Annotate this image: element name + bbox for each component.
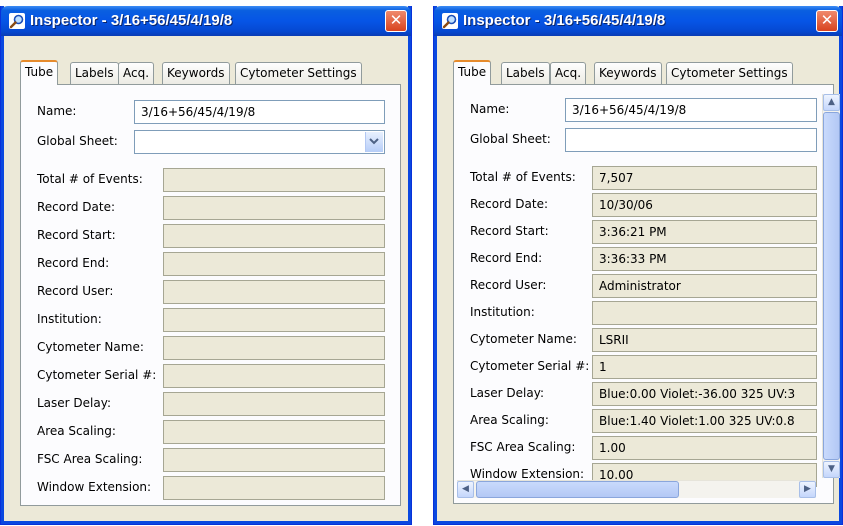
field-label: FSC Area Scaling:: [470, 440, 576, 454]
field-value: [163, 448, 385, 472]
scroll-down-button[interactable]: ▼: [823, 461, 840, 478]
field-label: Record Start:: [37, 228, 116, 242]
field-label: Area Scaling:: [37, 424, 116, 438]
tab-keywords[interactable]: Keywords: [162, 62, 230, 84]
global-sheet-select[interactable]: [565, 128, 817, 152]
name-field[interactable]: 3/16+56/45/4/19/8: [134, 100, 385, 124]
scroll-right-button[interactable]: ▶: [799, 481, 816, 498]
tube-panel: Name: 3/16+56/45/4/19/8 Global Sheet: To…: [20, 84, 401, 506]
field-label: Record User:: [37, 284, 114, 298]
tab-tube[interactable]: Tube: [20, 60, 59, 85]
close-button[interactable]: ✕: [816, 10, 838, 32]
chevron-down-icon[interactable]: [365, 132, 383, 152]
field-label: Area Scaling:: [470, 413, 549, 427]
field-value: 1.00: [592, 436, 817, 460]
name-label: Name:: [37, 104, 77, 118]
vertical-scroll-thumb[interactable]: [823, 112, 840, 460]
magnifier-icon: [442, 13, 458, 29]
field-label: Window Extension:: [37, 480, 152, 494]
field-value: [163, 308, 385, 332]
field-value: [163, 196, 385, 220]
field-label: Total # of Events:: [470, 170, 576, 184]
global-sheet-select[interactable]: [134, 130, 385, 154]
close-button[interactable]: ✕: [385, 10, 407, 32]
field-label: Record Date:: [37, 200, 115, 214]
field-label: Institution:: [470, 305, 535, 319]
tab-acq[interactable]: Acq.: [118, 62, 155, 84]
inspector-window-left: Inspector - 3/16+56/45/4/19/8 ✕ Tube Lab…: [0, 6, 412, 525]
field-value: 1: [592, 355, 817, 379]
field-label: Cytometer Serial #:: [470, 359, 590, 373]
vertical-scrollbar[interactable]: ▲ ▼: [822, 94, 840, 478]
field-label: Record Date:: [470, 197, 548, 211]
tab-keywords[interactable]: Keywords: [594, 62, 662, 84]
global-sheet-label: Global Sheet:: [470, 132, 551, 146]
field-value: [163, 420, 385, 444]
name-field[interactable]: 3/16+56/45/4/19/8: [565, 98, 817, 122]
horizontal-scrollbar[interactable]: ◀ ▶: [457, 480, 816, 498]
tab-acq[interactable]: Acq.: [550, 62, 587, 84]
field-label: Total # of Events:: [37, 172, 143, 186]
horizontal-scroll-thumb[interactable]: [476, 481, 679, 498]
scroll-left-button[interactable]: ◀: [457, 481, 474, 498]
field-value: LSRII: [592, 328, 817, 352]
title-bar[interactable]: Inspector - 3/16+56/45/4/19/8 ✕: [434, 6, 842, 36]
field-value: [163, 224, 385, 248]
field-value: 7,507: [592, 166, 817, 190]
title-bar[interactable]: Inspector - 3/16+56/45/4/19/8 ✕: [1, 6, 411, 36]
scroll-up-button[interactable]: ▲: [823, 94, 840, 111]
tab-tube[interactable]: Tube: [453, 60, 492, 85]
field-value: [163, 252, 385, 276]
tab-labels[interactable]: Labels: [70, 62, 119, 84]
magnifier-icon: [9, 13, 25, 29]
name-label: Name:: [470, 102, 510, 116]
field-label: Record End:: [470, 251, 543, 265]
field-value: Blue:1.40 Violet:1.00 325 UV:0.8: [592, 409, 817, 433]
field-value: [163, 476, 385, 500]
field-value: [163, 392, 385, 416]
field-value: 3:36:33 PM: [592, 247, 817, 271]
field-value: [592, 301, 817, 325]
field-label: Record Start:: [470, 224, 549, 238]
tube-panel: Name: 3/16+56/45/4/19/8 Global Sheet: To…: [453, 84, 834, 504]
field-value: [163, 336, 385, 360]
field-label: Institution:: [37, 312, 102, 326]
field-label: Laser Delay:: [37, 396, 112, 410]
field-label: Laser Delay:: [470, 386, 545, 400]
tab-cytometer-settings[interactable]: Cytometer Settings: [666, 62, 793, 84]
field-value: [163, 364, 385, 388]
field-label: Record End:: [37, 256, 110, 270]
global-sheet-label: Global Sheet:: [37, 134, 118, 148]
inspector-window-right: Inspector - 3/16+56/45/4/19/8 ✕ Tube Lab…: [433, 6, 843, 525]
field-value: Administrator: [592, 274, 817, 298]
field-label: Cytometer Name:: [470, 332, 577, 346]
tab-labels[interactable]: Labels: [501, 62, 550, 84]
window-title: Inspector - 3/16+56/45/4/19/8: [30, 12, 233, 29]
field-label: FSC Area Scaling:: [37, 452, 143, 466]
field-label: Cytometer Serial #:: [37, 368, 157, 382]
field-label: Window Extension:: [470, 467, 585, 481]
field-label: Record User:: [470, 278, 547, 292]
field-value: [163, 168, 385, 192]
field-value: 10/30/06: [592, 193, 817, 217]
tab-cytometer-settings[interactable]: Cytometer Settings: [235, 62, 362, 84]
field-value: Blue:0.00 Violet:-36.00 325 UV:3: [592, 382, 817, 406]
field-value: 3:36:21 PM: [592, 220, 817, 244]
field-value: [163, 280, 385, 304]
window-title: Inspector - 3/16+56/45/4/19/8: [463, 12, 666, 29]
field-label: Cytometer Name:: [37, 340, 144, 354]
